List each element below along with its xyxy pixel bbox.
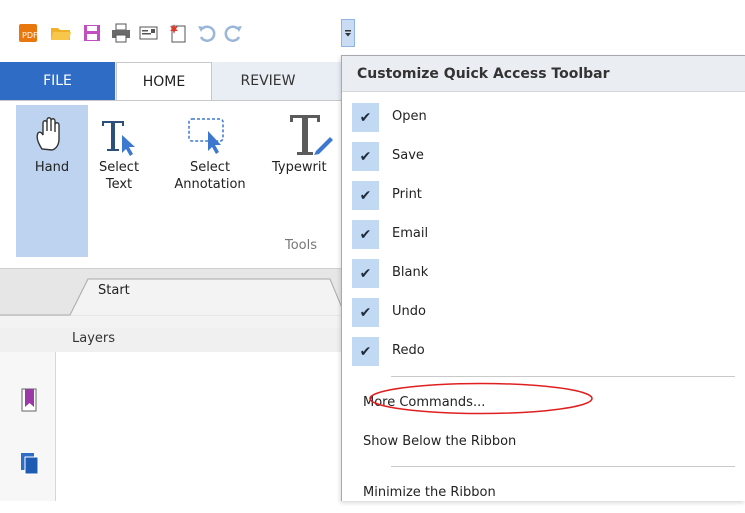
email-icon[interactable] — [138, 22, 160, 44]
hand-icon — [36, 117, 60, 151]
menu-item-label: Blank — [392, 265, 429, 280]
document-tab-bar: Start — [0, 268, 345, 329]
menu-item-show-below-ribbon[interactable]: Show Below the Ribbon — [342, 423, 745, 462]
tab-review[interactable]: REVIEW — [213, 62, 323, 100]
hand-button[interactable]: Hand — [16, 105, 88, 257]
select-text-label-line1: Select — [98, 160, 140, 175]
menu-item-print[interactable]: ✔ Print — [342, 176, 745, 215]
app-logo-icon[interactable]: PDF — [17, 22, 39, 44]
menu-item-blank[interactable]: ✔ Blank — [342, 254, 745, 293]
menu-item-minimize-ribbon[interactable]: Minimize the Ribbon — [342, 474, 745, 513]
select-annotation-label-line1: Select — [189, 160, 231, 175]
ribbon-group-label: Tools — [285, 238, 318, 253]
tab-file[interactable]: FILE — [0, 62, 115, 100]
menu-item-label: Show Below the Ribbon — [363, 434, 517, 449]
ribbon-tab-strip: FILE HOME REVIEW — [0, 62, 345, 101]
check-icon: ✔ — [352, 220, 379, 249]
quick-access-toolbar: PDF — [0, 0, 745, 62]
customize-qat-menu: Customize Quick Access Toolbar ✔ Open ✔ … — [341, 55, 745, 501]
print-icon[interactable] — [110, 22, 132, 44]
menu-item-redo[interactable]: ✔ Redo — [342, 332, 745, 371]
start-tab-shape — [0, 278, 345, 329]
menu-separator — [391, 376, 735, 377]
check-icon: ✔ — [352, 103, 379, 132]
menu-item-open[interactable]: ✔ Open — [342, 98, 745, 137]
check-icon: ✔ — [352, 142, 379, 171]
select-annotation-icon — [188, 118, 224, 154]
panel-title: Layers — [72, 331, 116, 346]
check-icon: ✔ — [352, 337, 379, 366]
qat-dropdown-icon[interactable] — [341, 19, 355, 47]
navigation-sidebar — [0, 352, 56, 501]
bookmark-icon[interactable] — [20, 388, 40, 414]
redo-icon[interactable] — [222, 22, 244, 44]
ribbon-home-panel: Hand Select Text Select Annotation Typew… — [0, 100, 345, 268]
blank-page-icon[interactable] — [167, 22, 189, 44]
hand-label: Hand — [34, 160, 70, 175]
check-icon: ✔ — [352, 181, 379, 210]
save-icon[interactable] — [81, 22, 103, 44]
menu-title: Customize Quick Access Toolbar — [357, 66, 610, 82]
pages-icon[interactable] — [20, 452, 42, 478]
menu-separator — [391, 466, 735, 467]
undo-icon[interactable] — [196, 22, 218, 44]
select-text-label-line2: Text — [105, 177, 133, 192]
svg-text:PDF: PDF — [22, 31, 38, 40]
menu-item-label: Undo — [392, 304, 426, 319]
typewriter-label: Typewrit — [272, 160, 327, 175]
select-annotation-button[interactable]: Select Annotation — [158, 105, 262, 215]
menu-item-email[interactable]: ✔ Email — [342, 215, 745, 254]
highlight-ellipse — [369, 382, 593, 415]
open-folder-icon[interactable] — [50, 22, 72, 44]
menu-item-save[interactable]: ✔ Save — [342, 137, 745, 176]
tab-home[interactable]: HOME — [116, 62, 212, 101]
panel-header: Layers — [0, 328, 345, 352]
tab-start[interactable]: Start — [98, 283, 130, 298]
select-text-button[interactable]: Select Text — [90, 105, 148, 215]
select-annotation-label-line2: Annotation — [174, 177, 246, 192]
check-icon: ✔ — [352, 259, 379, 288]
typewriter-icon — [290, 115, 333, 155]
menu-item-label: Save — [392, 148, 424, 163]
menu-item-label: Email — [392, 226, 429, 241]
menu-item-label: Redo — [392, 343, 425, 358]
menu-item-label: Print — [392, 187, 422, 202]
menu-item-undo[interactable]: ✔ Undo — [342, 293, 745, 332]
menu-item-label: Open — [392, 109, 427, 124]
menu-header: Customize Quick Access Toolbar — [342, 56, 745, 92]
check-icon: ✔ — [352, 298, 379, 327]
select-text-icon — [102, 121, 135, 156]
menu-item-label: Minimize the Ribbon — [363, 485, 496, 500]
typewriter-button[interactable]: Typewrit — [264, 105, 345, 215]
layers-content — [56, 352, 345, 501]
